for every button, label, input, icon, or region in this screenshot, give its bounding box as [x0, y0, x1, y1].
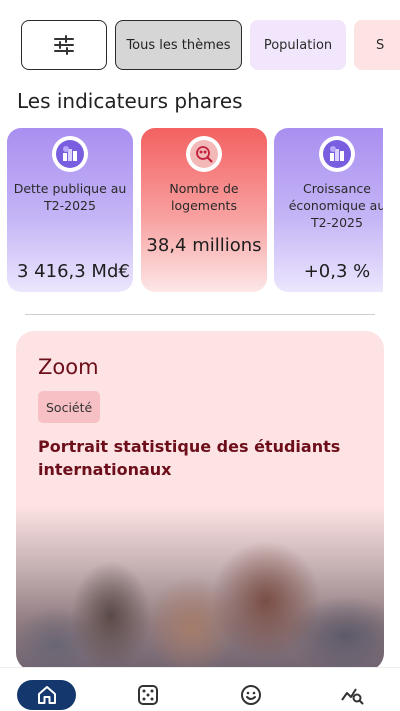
indicator-value: 38,4 millions	[146, 235, 262, 256]
sliders-icon	[54, 35, 74, 55]
nav-quiz-button[interactable]	[236, 680, 266, 710]
chip-next-theme[interactable]: S	[354, 20, 400, 70]
chip-population[interactable]: Population	[250, 20, 346, 70]
nav-home-button[interactable]	[17, 680, 76, 710]
zoom-card[interactable]: Zoom Société Portrait statistique des ét…	[16, 331, 384, 671]
indicator-card-housing[interactable]: Nombre de logements 38,4 millions	[141, 128, 267, 292]
theme-filter-bar: Tous les thèmes Population S	[21, 20, 400, 72]
indicator-value: +0,3 %	[303, 261, 371, 282]
home-icon	[37, 686, 56, 704]
category-tag: Société	[38, 391, 101, 423]
article-photo	[16, 506, 384, 671]
key-indicators-carousel: Dette publique au T2-2025 3 416,3 Md€ No…	[0, 128, 383, 294]
indicator-label: Croissance économique au T2-2025	[288, 181, 383, 230]
trend-search-icon	[341, 688, 364, 705]
smiley-icon	[241, 685, 261, 705]
people-search-icon	[186, 136, 222, 172]
building-chart-icon	[52, 136, 88, 172]
indicator-value: 3 416,3 Md€	[17, 261, 130, 282]
indicator-label: Dette publique au T2-2025	[13, 181, 127, 213]
filter-settings-button[interactable]	[21, 20, 107, 70]
indicator-card-growth[interactable]: Croissance économique au T2-2025 +0,3 %	[274, 128, 383, 292]
chip-all-themes[interactable]: Tous les thèmes	[115, 20, 242, 70]
article-title[interactable]: Portrait statistique des étudiants inter…	[38, 435, 358, 481]
section-title: Les indicateurs phares	[17, 89, 243, 113]
indicator-card-public-debt[interactable]: Dette publique au T2-2025 3 416,3 Md€	[7, 128, 133, 292]
indicator-label: Nombre de logements	[169, 181, 239, 213]
nav-explore-button[interactable]	[337, 680, 367, 710]
divider	[25, 314, 375, 315]
building-chart-icon	[319, 136, 355, 172]
zoom-title: Zoom	[38, 355, 99, 379]
bottom-navigation	[0, 667, 400, 711]
nav-random-button[interactable]	[133, 680, 163, 710]
dice-icon	[138, 685, 158, 705]
